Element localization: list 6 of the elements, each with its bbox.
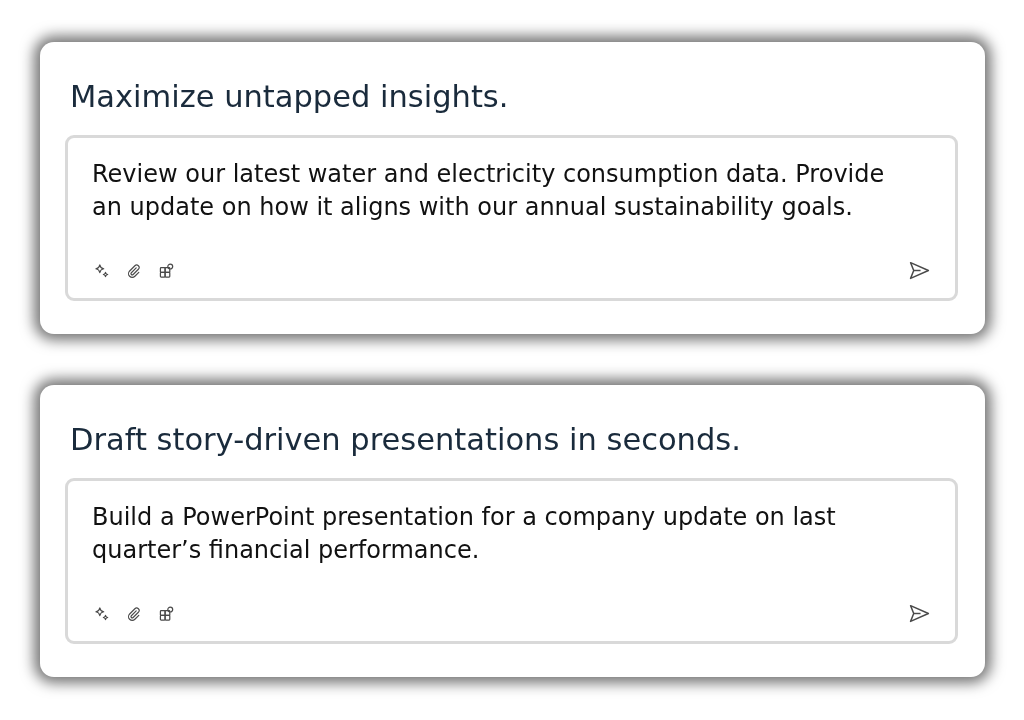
prompt-box[interactable]: Build a PowerPoint presentation for a company update on last quarter’s financial performance.: [65, 478, 958, 644]
card-heading: Maximize untapped insights.: [70, 78, 509, 116]
prompt-text: Build a PowerPoint presentation for a company update on last quarter’s financial performance.: [92, 502, 837, 566]
prompt-text: Review our latest water and electricity consumption data. Provide an update on how it aligns with our annual sustainability goals.: [92, 159, 886, 223]
card-heading: Draft story-driven presentations in seconds.: [70, 421, 741, 459]
prompt-box[interactable]: Review our latest water and electricity consumption data. Provide an update on how it aligns with our annual sustainability goals.: [65, 135, 958, 301]
